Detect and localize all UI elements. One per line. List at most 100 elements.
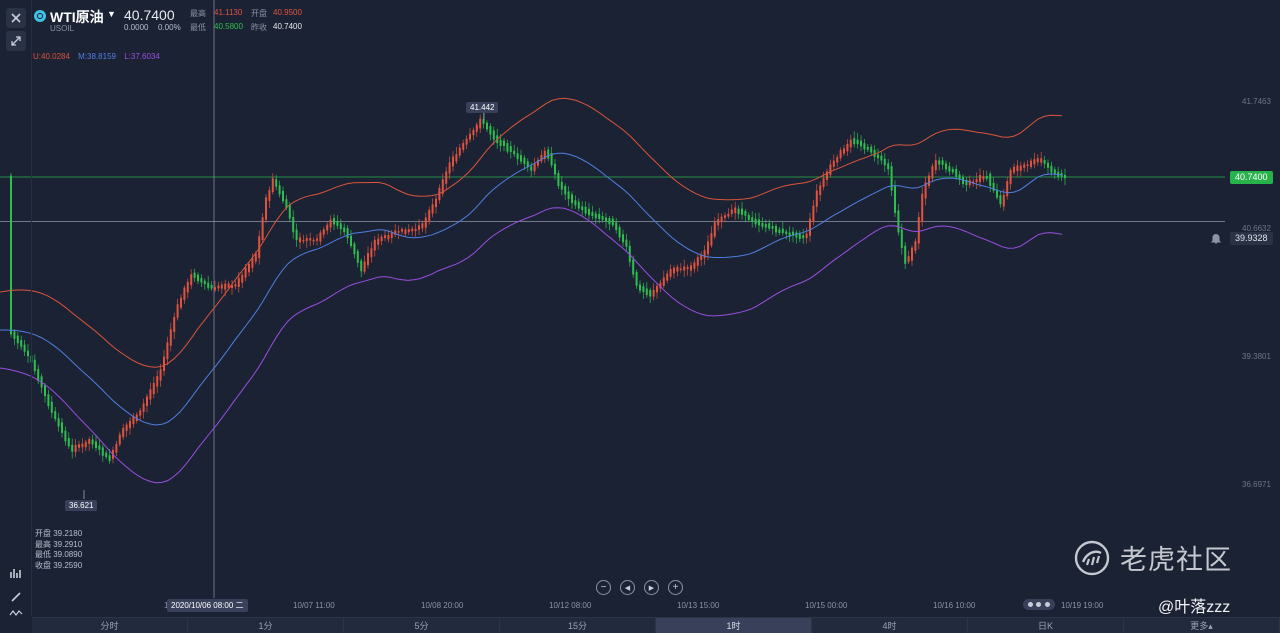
crosshair-time-label: 2020/10/06 08:00 二 — [167, 599, 248, 612]
candle-body — [1040, 158, 1043, 163]
zoom-out-button[interactable]: − — [596, 580, 611, 595]
zoom-in-button[interactable]: + — [668, 580, 683, 595]
candle-body — [843, 148, 845, 154]
candle-body — [533, 163, 536, 172]
candle-body — [302, 239, 305, 242]
candle-body — [295, 229, 298, 241]
period-tab-4h[interactable]: 4时 — [812, 618, 968, 633]
period-tab-1h[interactable]: 1时 — [656, 618, 812, 633]
candle-body — [248, 263, 250, 273]
candle-body — [125, 424, 128, 432]
period-tab-more[interactable]: 更多▴ — [1124, 618, 1280, 633]
candle-body — [88, 439, 91, 444]
candle-body — [448, 162, 451, 174]
candle-body — [727, 213, 730, 217]
prev-close-label: 昨收 — [251, 23, 267, 32]
candle-body — [506, 143, 509, 152]
fullscreen-button[interactable] — [6, 31, 26, 51]
candle-body — [275, 179, 278, 187]
candle-body — [122, 427, 125, 438]
wave-button[interactable] — [6, 609, 26, 617]
scroll-left-button[interactable]: ◀ — [620, 580, 635, 595]
candle-body — [292, 217, 295, 233]
candle-body — [78, 444, 80, 448]
candle-body — [713, 222, 716, 237]
candle-body — [237, 278, 240, 287]
candle-body — [282, 190, 284, 202]
indicator-legend[interactable]: U:40.0284 M:38.8159 L:37.6034 — [33, 52, 166, 61]
price-axis-label: 39.3801 — [1242, 352, 1271, 361]
candle-body — [333, 217, 335, 225]
candle-body — [656, 285, 658, 293]
draw-button[interactable] — [6, 587, 26, 607]
candle-body — [877, 154, 879, 159]
candle-body — [404, 229, 407, 235]
candle-body — [594, 213, 597, 219]
watermark-user: @叶落zzz — [1158, 599, 1231, 616]
candle-body — [673, 267, 675, 274]
candle-body — [1016, 165, 1019, 172]
candle-body — [710, 233, 713, 246]
candle-body — [336, 221, 339, 226]
candle-body — [645, 288, 648, 296]
bell-icon[interactable] — [1210, 233, 1222, 245]
candle-body — [754, 218, 757, 225]
candle-body — [802, 235, 805, 239]
candle-body — [744, 211, 747, 216]
price-chart[interactable] — [0, 0, 1280, 617]
wave-icon — [9, 610, 23, 616]
candle-body — [1023, 164, 1026, 168]
candle-body — [350, 235, 352, 247]
current-price-tag: 40.7400 — [1230, 171, 1273, 184]
ohlc-open: 开盘 39.2180 — [35, 529, 83, 538]
candle-body — [781, 228, 784, 233]
scroll-right-button[interactable]: ▶ — [644, 580, 659, 595]
candle-body — [557, 172, 560, 187]
candle-body — [203, 280, 206, 285]
candle-body — [64, 430, 67, 442]
candle-body — [421, 223, 424, 229]
candle-body — [574, 200, 577, 206]
candle-body — [81, 443, 84, 448]
crosshair-ohlc: 开盘 39.2180 最高 39.2910 最低 39.0890 收盘 39.2… — [35, 529, 82, 571]
more-options-button[interactable] — [1023, 599, 1055, 610]
period-tab-daily[interactable]: 日K — [968, 618, 1124, 633]
candle-body — [33, 359, 36, 372]
candle-body — [822, 178, 825, 188]
candle-body — [880, 155, 883, 161]
time-axis-label: 10/19 19:00 — [1061, 601, 1104, 610]
last-price: 40.7400 — [124, 7, 175, 23]
period-tab-timeshare[interactable]: 分时 — [32, 618, 188, 633]
candle-body — [319, 232, 322, 242]
candle-body — [95, 441, 97, 448]
candle-body — [734, 207, 737, 214]
candle-body — [693, 262, 696, 269]
candle-body — [717, 218, 720, 226]
candle-body — [492, 130, 495, 140]
period-tab-1min[interactable]: 1分 — [188, 618, 344, 633]
caret-down-icon[interactable]: ▼ — [107, 9, 116, 19]
candle-body — [414, 228, 417, 232]
candle-body — [679, 268, 682, 271]
candle-body — [798, 233, 801, 240]
candle-body — [390, 232, 393, 238]
candle-body — [819, 185, 822, 196]
period-bar: 分时 1分 5分 15分 1时 4时 日K 更多▴ — [32, 617, 1280, 633]
candle-body — [346, 228, 349, 239]
candle-body — [472, 129, 475, 136]
candle-body — [666, 273, 669, 281]
candle-body — [142, 403, 145, 413]
period-tab-5min[interactable]: 5分 — [344, 618, 500, 633]
candle-body — [387, 235, 390, 240]
indicator-button[interactable] — [6, 563, 26, 583]
candle-body — [785, 231, 788, 235]
candle-body — [384, 235, 386, 239]
candle-body — [856, 139, 859, 145]
candle-body — [985, 176, 988, 179]
candle-body — [173, 317, 176, 332]
candle-body — [669, 269, 672, 277]
close-button[interactable] — [6, 8, 26, 28]
candle-body — [190, 274, 193, 286]
period-tab-15min[interactable]: 15分 — [500, 618, 656, 633]
candle-body — [465, 138, 468, 145]
